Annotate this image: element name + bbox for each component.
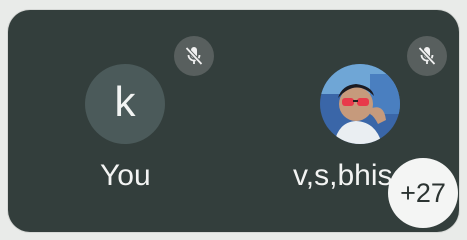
participant-tile-you[interactable]: k You bbox=[8, 10, 233, 232]
more-participants-badge[interactable]: +27 bbox=[388, 158, 458, 228]
mic-off-icon bbox=[418, 46, 436, 66]
avatar-letter: k bbox=[114, 78, 136, 125]
avatar: k bbox=[85, 64, 165, 144]
mute-indicator bbox=[174, 36, 214, 76]
profile-photo-icon bbox=[320, 64, 400, 144]
mute-indicator bbox=[407, 36, 447, 76]
participant-name: You bbox=[100, 159, 151, 192]
avatar-photo bbox=[320, 64, 400, 144]
mic-off-icon bbox=[185, 46, 203, 66]
